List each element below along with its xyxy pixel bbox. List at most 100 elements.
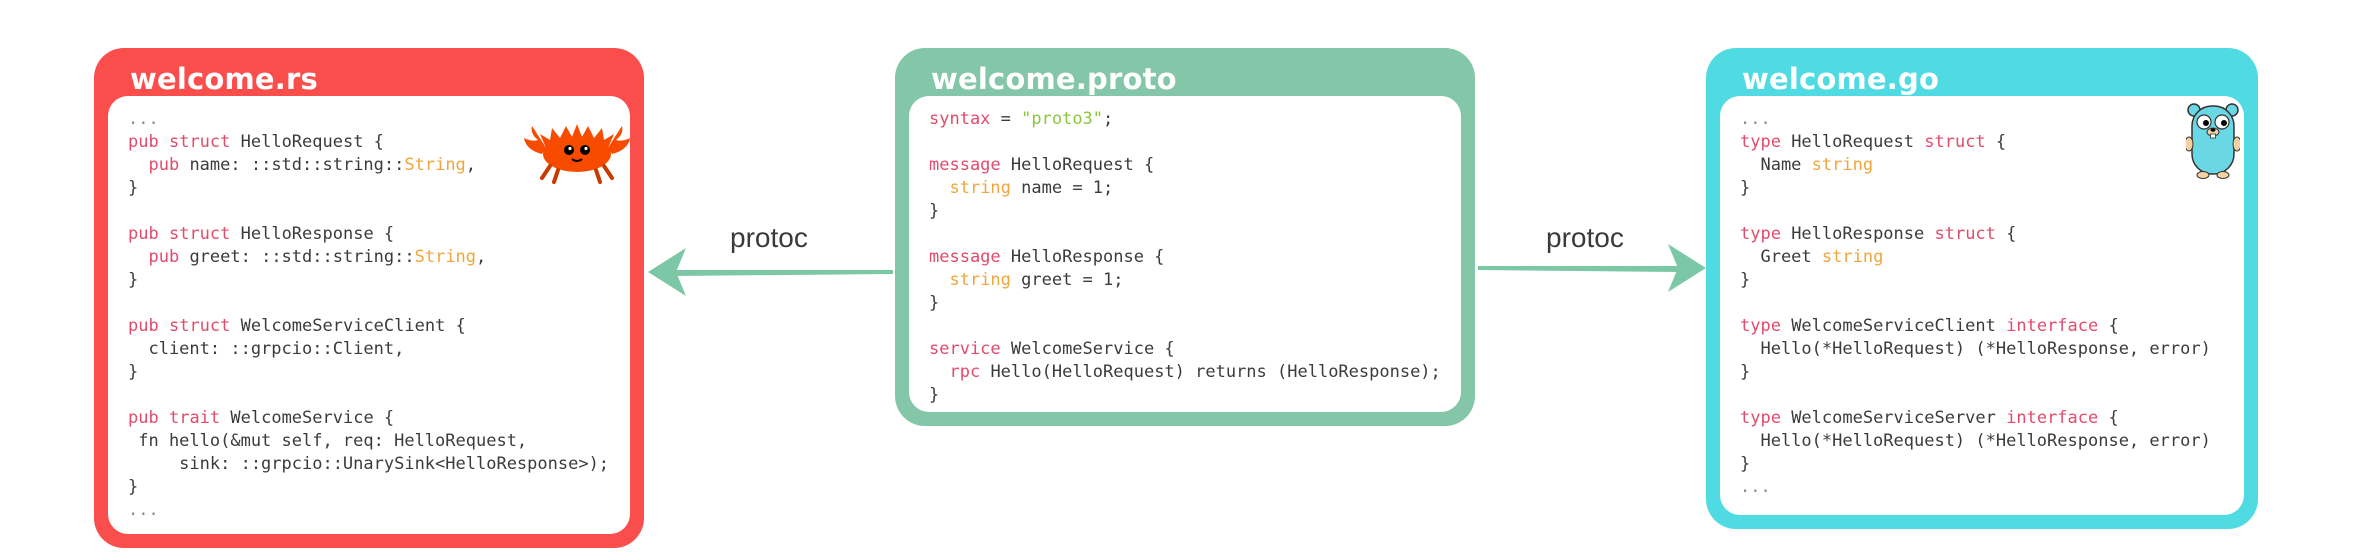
code-token: HelloResponse { — [1000, 247, 1165, 267]
code-token: type — [1740, 132, 1781, 152]
code-token: HelloRequest { — [230, 132, 384, 152]
code-token: WelcomeService { — [220, 408, 395, 428]
welcome-go-code: ... type HelloRequest struct { Name strin… — [1740, 108, 2244, 499]
protoc-left-arrow — [648, 248, 893, 296]
code-line: type HelloRequest struct { — [1740, 131, 2244, 154]
code-token: Hello(HelloRequest) returns (HelloRespon… — [980, 362, 1441, 382]
code-token: rpc — [949, 362, 981, 382]
code-line: client: ::grpcio::Client, — [128, 338, 630, 361]
code-token: { — [2098, 408, 2119, 428]
code-token: Greet — [1740, 247, 1822, 267]
code-token: } — [128, 362, 139, 382]
code-line: syntax = "proto3"; — [929, 108, 1461, 131]
code-line: Hello(*HelloRequest) (*HelloResponse, er… — [1740, 430, 2244, 453]
code-token: greet = 1; — [1010, 270, 1124, 290]
code-line: Hello(*HelloRequest) (*HelloResponse, er… — [1740, 338, 2244, 361]
code-token: type — [1740, 224, 1781, 244]
code-token: struct — [1924, 132, 1986, 152]
code-token: WelcomeServiceServer — [1780, 408, 2007, 428]
code-token: pub — [128, 132, 159, 152]
code-token: { — [1995, 224, 2017, 244]
code-line: } — [1740, 361, 2244, 384]
code-token: pub — [148, 247, 180, 267]
code-line: ... — [1740, 108, 2244, 131]
code-token: struct — [168, 316, 231, 336]
code-token: message — [929, 155, 1001, 175]
code-token: HelloResponse — [1780, 224, 1935, 244]
code-token: = — [990, 109, 1022, 129]
code-line: type HelloResponse struct { — [1740, 223, 2244, 246]
code-token: WelcomeServiceClient { — [230, 316, 466, 336]
welcome-proto-card: welcome.proto syntax = "proto3"; message … — [895, 48, 1475, 426]
code-line: pub greet: ::std::string::String, — [128, 246, 630, 269]
gopher-icon — [2186, 103, 2240, 179]
welcome-go-code-panel: ... type HelloRequest struct { Name strin… — [1720, 96, 2244, 515]
code-token: ... — [1740, 109, 1771, 129]
code-token: ... — [1740, 477, 1771, 497]
code-token: } — [1740, 362, 1751, 382]
code-line: fn hello(&mut self, req: HelloRequest, — [128, 430, 630, 453]
code-token: greet: ::std::string:: — [179, 247, 415, 267]
code-token: String — [414, 247, 477, 267]
code-token: { — [1985, 132, 2007, 152]
code-line: } — [128, 476, 630, 499]
code-token: WelcomeService { — [1000, 339, 1175, 359]
code-token: service — [929, 339, 1001, 359]
code-token: WelcomeServiceClient — [1780, 316, 2007, 336]
code-token: pub — [128, 408, 159, 428]
code-token: type — [1740, 316, 1781, 336]
protoc-right-arrow — [1478, 244, 1706, 292]
code-token: message — [929, 247, 1001, 267]
code-line: pub struct HelloResponse { — [128, 223, 630, 246]
code-token: } — [128, 477, 139, 497]
code-token: ... — [128, 109, 159, 129]
code-token: } — [929, 201, 940, 221]
welcome-rs-title: welcome.rs — [130, 62, 318, 96]
code-token: } — [1740, 454, 1751, 474]
welcome-rs-code-panel: ... pub struct HelloRequest { pub name: :… — [108, 96, 630, 534]
code-token: name = 1; — [1010, 178, 1114, 198]
code-token: string — [1811, 155, 1874, 175]
code-token: } — [1740, 178, 1751, 198]
code-token: name: ::std::string:: — [179, 155, 405, 175]
code-token: string — [1821, 247, 1884, 267]
code-line: } — [929, 292, 1461, 315]
code-line: message HelloRequest { — [929, 154, 1461, 177]
code-token: , — [465, 155, 477, 175]
code-line: } — [128, 269, 630, 292]
code-line: ... — [128, 499, 630, 522]
code-line: Greet string — [1740, 246, 2244, 269]
code-token: { — [2098, 316, 2119, 336]
code-token: } — [1740, 270, 1751, 290]
code-token: HelloResponse { — [230, 224, 395, 244]
code-line: message HelloResponse { — [929, 246, 1461, 269]
code-token: trait — [168, 408, 221, 428]
code-line: } — [929, 384, 1461, 407]
code-token: pub — [128, 224, 159, 244]
code-token: } — [929, 385, 940, 405]
code-token: String — [404, 155, 466, 175]
code-token: ... — [128, 500, 159, 520]
code-token: } — [128, 178, 139, 198]
code-token: } — [929, 293, 940, 313]
code-token: pub — [148, 155, 180, 175]
code-token: HelloRequest { — [1000, 155, 1155, 175]
welcome-go-card: welcome.go ... type HelloRequest struct {… — [1706, 48, 2258, 529]
code-line: pub struct WelcomeServiceClient { — [128, 315, 630, 338]
code-line: sink: ::grpcio::UnarySink<HelloResponse>… — [128, 453, 630, 476]
code-token: "proto3" — [1021, 109, 1104, 129]
code-token: , — [476, 247, 487, 267]
code-token: client: ::grpcio::Client, — [128, 339, 405, 359]
welcome-proto-title: welcome.proto — [931, 62, 1177, 96]
code-line: string name = 1; — [929, 177, 1461, 200]
code-line: } — [929, 200, 1461, 223]
code-token: Hello(*HelloRequest) (*HelloResponse, er… — [1740, 339, 2211, 359]
